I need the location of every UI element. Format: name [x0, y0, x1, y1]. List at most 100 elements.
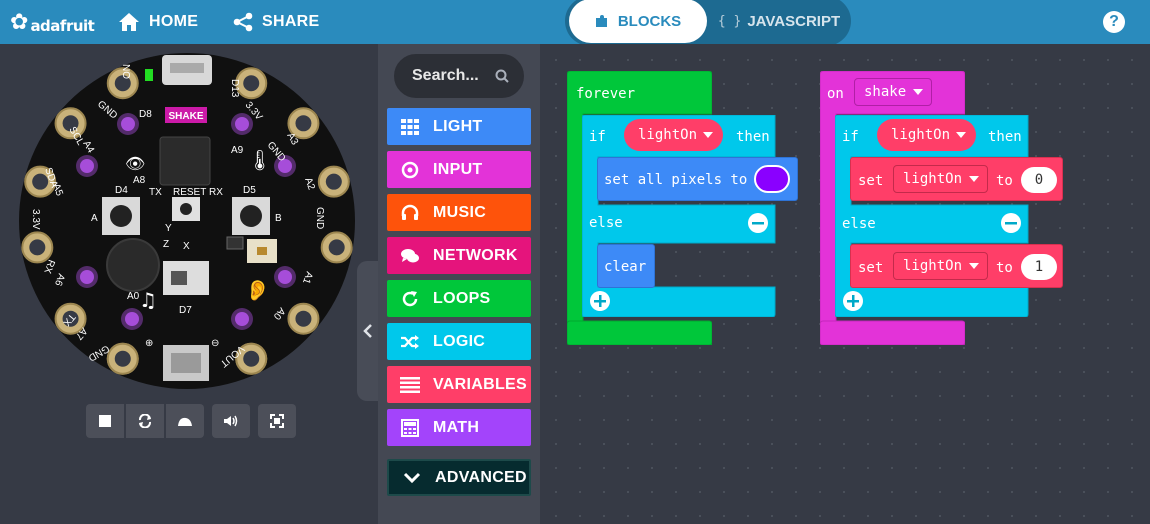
pixel-color-swatch[interactable]	[754, 165, 790, 193]
code-braces-icon: { }	[717, 13, 742, 29]
value-input-2[interactable]: 1	[1021, 254, 1057, 280]
category-label: MATH	[433, 418, 480, 436]
plus-icon	[847, 295, 859, 307]
category-input[interactable]: INPUT	[387, 151, 531, 188]
home-button[interactable]: HOME	[118, 10, 198, 34]
value-input-1[interactable]: 0	[1021, 167, 1057, 193]
adafruit-logo[interactable]: ✿ adafruit	[10, 8, 95, 36]
remove-else-button-shake[interactable]	[1001, 213, 1021, 233]
lighton-condition-shake[interactable]: lightOn	[877, 119, 977, 151]
slide-switch-knob	[171, 271, 187, 285]
eye-icon: 👁	[125, 154, 145, 173]
chevron-left-icon	[362, 324, 372, 338]
gesture-dropdown[interactable]: shake	[854, 78, 933, 106]
minus-icon	[752, 222, 764, 225]
puzzle-icon	[595, 15, 607, 27]
help-button[interactable]: ?	[1103, 11, 1125, 33]
category-advanced[interactable]: ADVANCED	[387, 459, 531, 496]
minus-icon	[1005, 222, 1017, 225]
restart-button[interactable]	[126, 404, 164, 438]
share-icon	[233, 12, 253, 32]
board-label-btn_b: B	[275, 213, 282, 224]
category-math[interactable]: MATH	[387, 409, 531, 446]
board-label-minus: ⊖	[211, 338, 219, 349]
board-label-z_axis: Z	[163, 239, 169, 250]
share-button[interactable]: SHARE	[233, 10, 320, 34]
board-label-x_axis: X	[183, 241, 190, 252]
home-icon	[119, 13, 139, 31]
blocks-workspace[interactable]: forever if lightOn then else set all pix…	[540, 44, 1150, 524]
else-label-forever: else	[589, 215, 623, 231]
set-variable-block-1[interactable]: set lightOn to 0	[850, 157, 1063, 201]
refresh-icon	[387, 290, 433, 308]
set-label-2: set	[858, 260, 884, 276]
board-label-a0: A0	[127, 291, 140, 302]
ir-sensor	[226, 236, 244, 250]
board-label-gnd_r: GND	[314, 207, 325, 229]
board-label-on: ON	[122, 64, 133, 79]
variable-dropdown-2[interactable]: lightOn	[893, 252, 989, 280]
board-label-plus: ⊕	[145, 338, 153, 349]
slow-motion-icon	[178, 417, 192, 426]
search-icon[interactable]	[495, 69, 509, 83]
chevron-down-icon	[913, 89, 924, 95]
category-label: LOOPS	[433, 289, 491, 307]
thermometer-icon: 🌡	[247, 148, 272, 172]
variable-dropdown-1[interactable]: lightOn	[893, 165, 989, 193]
toolbox: Search... LIGHT INPUT MUSIC NETWORK LOOPS LOG…	[378, 44, 540, 524]
usb-slot	[170, 63, 204, 73]
tab-javascript[interactable]: { } JAVASCRIPT	[712, 0, 846, 43]
category-light[interactable]: LIGHT	[387, 108, 531, 145]
battery-socket	[171, 353, 201, 373]
shake-label: SHAKE	[168, 111, 203, 122]
circuit-playground-board[interactable]: SHAKE OND13GND D8 3.3VSCLA4 A3A8A9SDAA5 A2D4…	[15, 49, 359, 393]
category-label: VARIABLES	[433, 375, 527, 393]
category-label: ADVANCED	[435, 468, 527, 486]
board-label-d13: D13	[229, 79, 240, 98]
board-label-a8: A8	[133, 175, 146, 186]
board-label-a9: A9	[231, 145, 244, 156]
board-pad-hole	[295, 115, 312, 132]
set-all-pixels-label: set all pixels to	[604, 172, 748, 188]
add-else-if-button-shake[interactable]	[843, 291, 863, 311]
slow-motion-button[interactable]	[166, 404, 204, 438]
target-icon	[387, 161, 433, 179]
fullscreen-button[interactable]	[258, 404, 296, 438]
microcontroller-chip	[159, 136, 211, 186]
stop-icon	[99, 415, 111, 427]
category-network[interactable]: NETWORK	[387, 237, 531, 274]
board-pad-hole	[295, 310, 312, 327]
to-label-2: to	[996, 260, 1013, 276]
lighton-condition-forever[interactable]: lightOn	[624, 119, 724, 151]
lighton-condition-label: lightOn	[638, 127, 698, 143]
board-label-y_axis: Y	[165, 223, 172, 234]
clear-block[interactable]: clear	[597, 244, 655, 288]
category-variables[interactable]: VARIABLES	[387, 366, 531, 403]
board-pad-hole	[29, 239, 46, 256]
chat-icon	[387, 248, 433, 264]
category-loops[interactable]: LOOPS	[387, 280, 531, 317]
remove-else-button[interactable]	[748, 213, 768, 233]
board-label-v33_l: 3.3V	[30, 209, 41, 230]
neopixel-led	[235, 117, 249, 131]
category-label: NETWORK	[433, 246, 518, 264]
grid-icon	[387, 118, 433, 135]
power-led	[145, 69, 153, 81]
category-music[interactable]: MUSIC	[387, 194, 531, 231]
category-logic[interactable]: LOGIC	[387, 323, 531, 360]
mute-button[interactable]	[212, 404, 250, 438]
collapse-simulator-button[interactable]	[357, 261, 378, 401]
search-input[interactable]: Search...	[394, 54, 524, 98]
button-a-cap	[110, 205, 132, 227]
help-icon: ?	[1109, 13, 1119, 30]
simulator-panel: SHAKE ON D13 GND D8 3.3V SCL A4 A3 A8 A9 SDA A5 A2 D4…	[0, 44, 378, 524]
add-else-if-button[interactable]	[590, 291, 610, 311]
neopixel-led	[80, 159, 94, 173]
to-label-1: to	[996, 173, 1013, 189]
tab-blocks[interactable]: BLOCKS	[569, 0, 707, 43]
stop-button[interactable]	[86, 404, 124, 438]
set-all-pixels-block[interactable]: set all pixels to	[597, 157, 798, 201]
light-sensor-window	[257, 247, 267, 255]
on-label: on	[827, 86, 844, 102]
set-variable-block-2[interactable]: set lightOn to 1	[850, 244, 1063, 288]
